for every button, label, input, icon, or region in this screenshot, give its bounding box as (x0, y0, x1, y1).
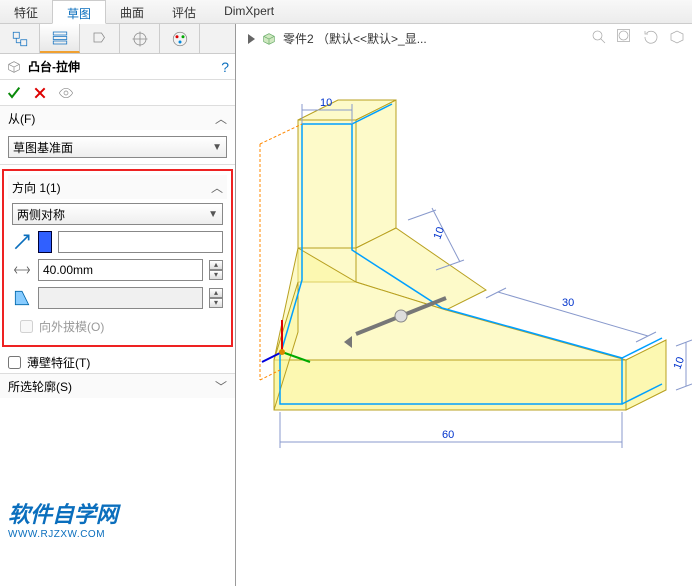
tab-sketch[interactable]: 草图 (52, 0, 106, 24)
cancel-button[interactable] (32, 85, 48, 101)
from-header[interactable]: 从(F) ︿ (0, 106, 235, 130)
feature-header: 凸台-拉伸 ? (0, 54, 235, 80)
rotate-view-icon[interactable] (642, 28, 660, 46)
watermark-url: WWW.RJZXW.COM (8, 529, 118, 540)
fm-tab-tree[interactable] (0, 24, 40, 53)
depth-input[interactable]: 40.00mm (38, 259, 203, 281)
depth-value: 40.00mm (43, 263, 93, 277)
model-scene: 10 10 30 10 60 (236, 50, 692, 582)
direction-reference-input[interactable] (58, 231, 223, 253)
part-icon (261, 31, 277, 47)
dim-10-mid[interactable]: 10 (432, 225, 447, 241)
watermark: 软件自学网 WWW.RJZXW.COM (8, 497, 118, 540)
reverse-direction-icon[interactable] (12, 232, 32, 252)
preview-eye-icon[interactable] (58, 85, 74, 101)
dim-60[interactable]: 60 (442, 429, 454, 441)
fm-tab-appearance[interactable] (160, 24, 200, 53)
thin-feature-label: 薄壁特征(T) (27, 354, 90, 371)
zoom-fit-icon[interactable] (616, 28, 634, 46)
feature-title: 凸台-拉伸 (28, 58, 221, 75)
draft-spinner[interactable]: ▴▾ (209, 288, 223, 308)
extrude-icon (6, 59, 22, 75)
draft-icon[interactable] (12, 288, 32, 308)
contours-label: 所选轮廓(S) (8, 378, 215, 395)
help-icon[interactable]: ? (221, 59, 229, 75)
direction1-highlight: 方向 1(1) ︿ 两侧对称 ▼ 40.00mm ▴▾ (2, 169, 233, 347)
dropdown-arrow-icon: ▼ (208, 209, 218, 220)
breadcrumb-arrow-icon (248, 34, 255, 44)
end-condition-value: 两侧对称 (17, 206, 65, 223)
from-section: 从(F) ︿ 草图基准面 ▼ (0, 106, 235, 165)
depth-icon (12, 260, 32, 280)
contours-header[interactable]: 所选轮廓(S) ﹀ (0, 374, 235, 398)
dim-10-top[interactable]: 10 (320, 97, 332, 109)
thin-feature-check[interactable]: 薄壁特征(T) (0, 351, 235, 373)
breadcrumb[interactable]: 零件2 （默认<<默认>_显... (248, 30, 427, 47)
tab-features[interactable]: 特征 (0, 0, 52, 23)
dir1-header[interactable]: 方向 1(1) ︿ (8, 175, 227, 199)
end-condition-combo[interactable]: 两侧对称 ▼ (12, 203, 223, 225)
draft-outward-checkbox (20, 320, 33, 333)
draft-input[interactable] (38, 287, 203, 309)
watermark-title: 软件自学网 (8, 497, 118, 529)
ribbon-tabs[interactable]: 特征 草图 曲面 评估 DimXpert (0, 0, 692, 24)
confirm-bar (0, 80, 235, 106)
dim-10-right[interactable]: 10 (672, 355, 687, 371)
tab-surfaces[interactable]: 曲面 (106, 0, 158, 23)
depth-spinner[interactable]: ▴▾ (209, 260, 223, 280)
fm-tab-dim[interactable] (120, 24, 160, 53)
graphics-viewport[interactable]: 零件2 （默认<<默认>_显... (236, 24, 692, 586)
dim-30[interactable]: 30 (562, 297, 574, 309)
display-style-icon[interactable] (668, 28, 686, 46)
fm-tab-property[interactable] (40, 24, 80, 53)
tab-dimxpert[interactable]: DimXpert (210, 0, 288, 23)
draft-outward-check[interactable]: 向外拔模(O) (12, 315, 223, 337)
property-manager-panel: 凸台-拉伸 ? 从(F) ︿ 草图基准面 ▼ 方向 1(1) ︿ (0, 24, 236, 586)
chevron-up-icon: ︿ (211, 179, 223, 196)
from-value: 草图基准面 (13, 139, 73, 156)
feature-manager-tabs[interactable] (0, 24, 235, 54)
chevron-up-icon: ︿ (215, 110, 227, 127)
tab-evaluate[interactable]: 评估 (158, 0, 210, 23)
draft-outward-label: 向外拔模(O) (39, 318, 104, 335)
zoom-window-icon[interactable] (590, 28, 608, 46)
dropdown-arrow-icon: ▼ (212, 142, 222, 153)
ok-button[interactable] (6, 85, 22, 101)
chevron-down-icon: ﹀ (215, 378, 227, 395)
from-label: 从(F) (8, 110, 215, 127)
breadcrumb-label: 零件2 （默认<<默认>_显... (283, 30, 427, 47)
fm-tab-config[interactable] (80, 24, 120, 53)
dir1-label: 方向 1(1) (12, 179, 211, 196)
thin-feature-checkbox[interactable] (8, 356, 21, 369)
from-combo[interactable]: 草图基准面 ▼ (8, 136, 227, 158)
viewport-toolbar[interactable] (590, 28, 686, 46)
